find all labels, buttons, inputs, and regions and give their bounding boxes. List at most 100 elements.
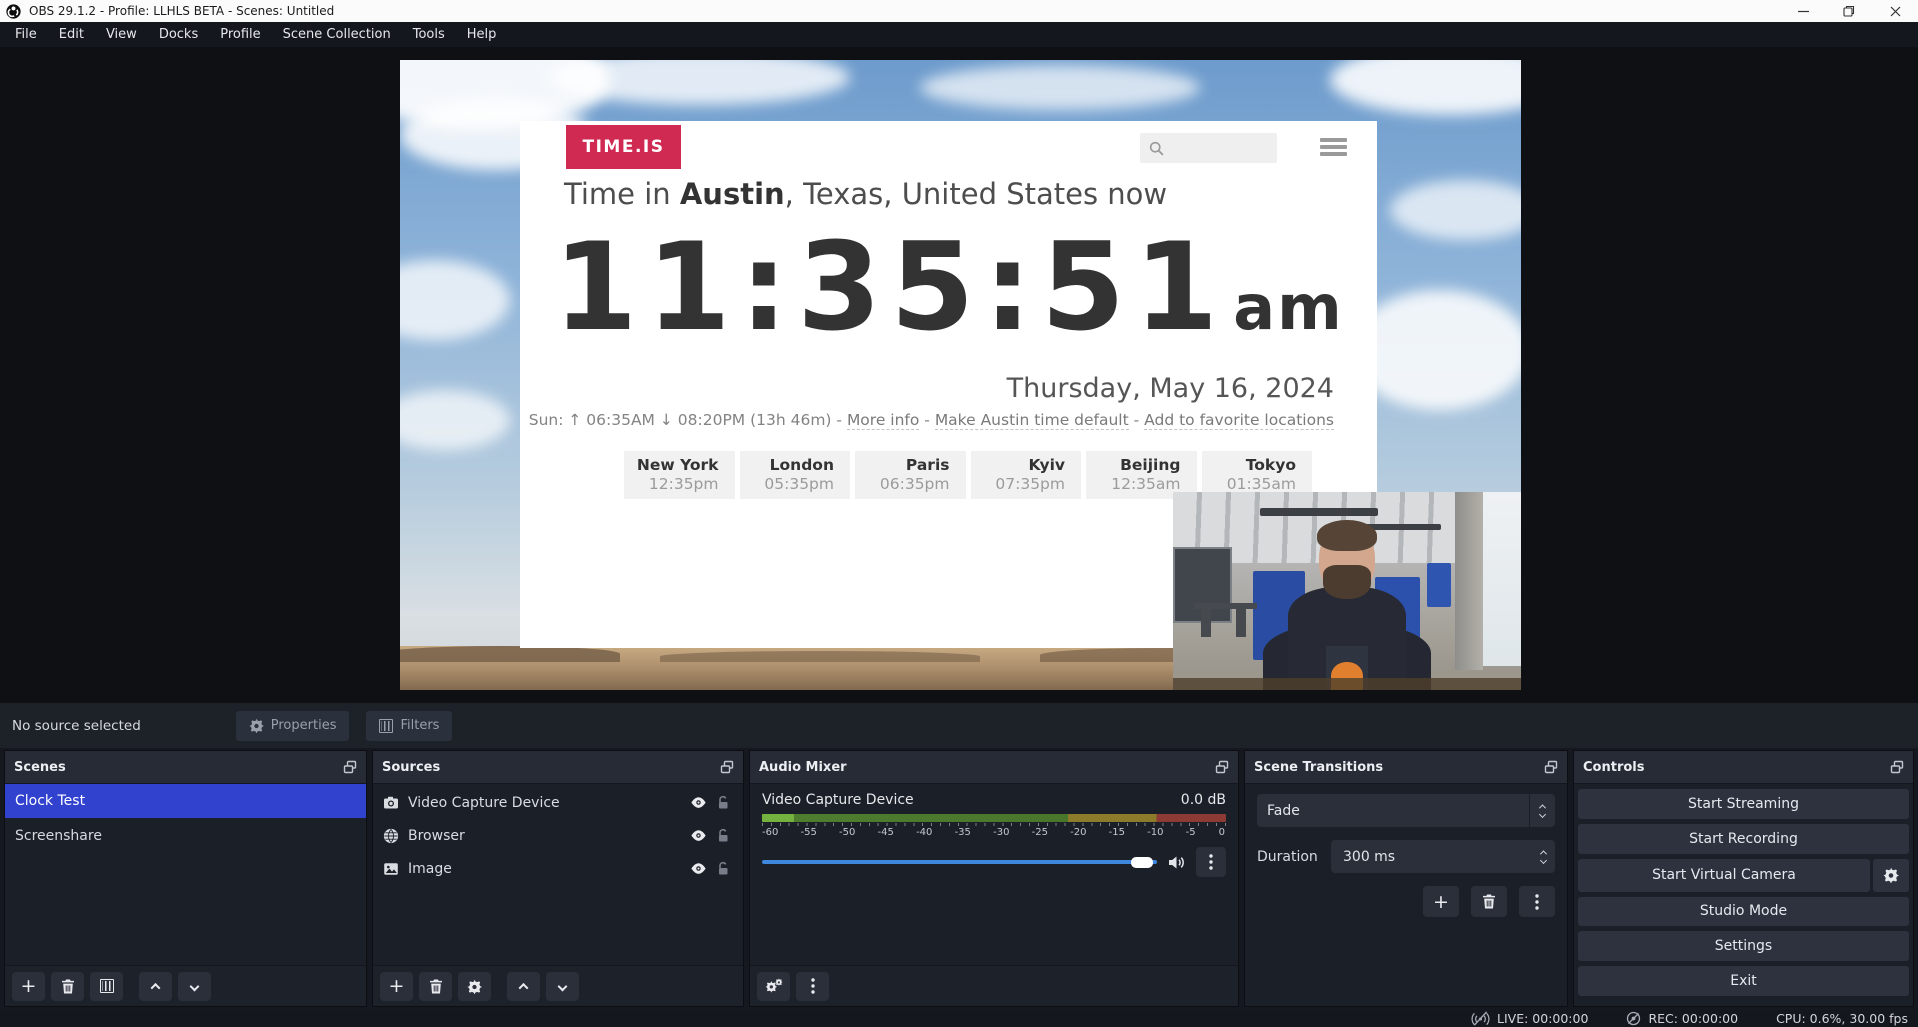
city-card[interactable]: Kyiv07:35pm xyxy=(971,451,1082,499)
remove-scene-button[interactable] xyxy=(51,972,84,1001)
scenes-panel-title: Scenes xyxy=(14,760,66,775)
db-scale: -60-55-50-45-40-35-30-25-20-15-10-50 xyxy=(762,827,1226,838)
visibility-icon[interactable] xyxy=(690,795,707,810)
menu-item-profile[interactable]: Profile xyxy=(209,22,271,47)
start-streaming-button[interactable]: Start Streaming xyxy=(1578,789,1909,819)
link-make-default[interactable]: Make Austin time default xyxy=(935,411,1129,430)
move-scene-up-button[interactable] xyxy=(139,972,172,1001)
start-virtual-camera-button[interactable]: Start Virtual Camera xyxy=(1578,859,1870,892)
close-button[interactable] xyxy=(1872,0,1918,22)
move-source-up-button[interactable] xyxy=(507,972,540,1001)
lock-icon[interactable] xyxy=(716,795,730,810)
scene-item-screenshare[interactable]: Screenshare xyxy=(5,819,366,853)
city-name: New York xyxy=(628,456,719,475)
chevron-up-icon xyxy=(519,982,529,992)
remove-source-button[interactable] xyxy=(419,972,452,1001)
source-properties-button[interactable] xyxy=(458,972,491,1001)
restore-button[interactable] xyxy=(1826,0,1872,22)
status-cpu-fps: CPU: 0.6%, 30.00 fps xyxy=(1776,1011,1908,1026)
city-name: London xyxy=(744,456,835,475)
gear-icon xyxy=(1883,867,1899,883)
source-item-image[interactable]: Image xyxy=(373,852,743,885)
link-add-favorite[interactable]: Add to favorite locations xyxy=(1144,411,1334,430)
select-spin-icons xyxy=(1529,794,1555,827)
popout-icon xyxy=(1544,760,1558,774)
city-name: Beijing xyxy=(1090,456,1181,475)
volume-slider[interactable] xyxy=(762,860,1157,864)
transition-options-button[interactable] xyxy=(1519,886,1555,917)
source-item-browser[interactable]: Browser xyxy=(373,819,743,852)
cloud xyxy=(1390,180,1521,240)
lock-icon[interactable] xyxy=(716,828,730,843)
city-card[interactable]: London05:35pm xyxy=(740,451,851,499)
virtual-camera-settings-button[interactable] xyxy=(1873,859,1909,892)
volume-meter xyxy=(762,814,1226,822)
status-rec: REC: 00:00:00 xyxy=(1626,1011,1738,1026)
visibility-icon[interactable] xyxy=(690,861,707,876)
hamburger-menu-icon[interactable] xyxy=(1320,138,1347,156)
transition-select[interactable]: Fade xyxy=(1257,794,1555,827)
menu-item-file[interactable]: File xyxy=(4,22,48,47)
filters-button[interactable]: Filters xyxy=(366,711,452,741)
add-transition-button[interactable]: + xyxy=(1423,886,1459,917)
start-recording-button[interactable]: Start Recording xyxy=(1578,824,1909,854)
chevron-down-icon xyxy=(190,981,200,991)
sources-panel: Sources Video Capture Device xyxy=(372,750,744,1007)
menu-item-scene-collection[interactable]: Scene Collection xyxy=(272,22,402,47)
kebab-icon xyxy=(1535,894,1539,910)
city-card[interactable]: Paris06:35pm xyxy=(855,451,966,499)
studio-mode-button[interactable]: Studio Mode xyxy=(1578,897,1909,927)
volume-meter-ticks xyxy=(762,823,1226,826)
move-scene-down-button[interactable] xyxy=(178,972,211,1001)
duration-spinbox[interactable]: 300 ms xyxy=(1331,840,1555,873)
menubar: File Edit View Docks Profile Scene Colle… xyxy=(0,22,1918,47)
sun-info: Sun: ↑ 06:35AM ↓ 08:20PM (13h 46m) - Mor… xyxy=(529,411,1334,429)
advanced-audio-button[interactable] xyxy=(757,972,790,1001)
link-more-info[interactable]: More info xyxy=(847,411,919,430)
image-icon xyxy=(383,861,399,877)
city-name: Kyiv xyxy=(975,456,1066,475)
volume-slider-handle[interactable] xyxy=(1131,857,1153,868)
add-source-button[interactable]: + xyxy=(380,972,413,1001)
menu-item-view[interactable]: View xyxy=(95,22,148,47)
scene-filters-button[interactable] xyxy=(90,972,123,1001)
menu-item-tools[interactable]: Tools xyxy=(402,22,456,47)
city-time: 01:35am xyxy=(1206,475,1297,493)
scene-transitions-panel-title: Scene Transitions xyxy=(1254,760,1383,775)
menu-item-edit[interactable]: Edit xyxy=(48,22,95,47)
kebab-icon xyxy=(811,978,815,994)
speaker-icon[interactable] xyxy=(1167,854,1186,871)
clock-time: 11:35:51 xyxy=(553,217,1227,358)
broadcast-off-icon xyxy=(1471,1011,1490,1026)
exit-button[interactable]: Exit xyxy=(1578,966,1909,996)
minimize-button[interactable] xyxy=(1780,0,1826,22)
popout-icon xyxy=(720,760,734,774)
obs-logo-icon xyxy=(6,4,21,19)
menu-item-docks[interactable]: Docks xyxy=(148,22,209,47)
add-scene-button[interactable]: + xyxy=(12,972,45,1001)
webcam-overlay xyxy=(1173,492,1521,690)
mixer-options-button[interactable] xyxy=(796,972,829,1001)
preview-area[interactable]: TIME.IS Time in Austin, Texas, United St… xyxy=(0,47,1918,703)
city-time: 05:35pm xyxy=(744,475,835,493)
sources-panel-title: Sources xyxy=(382,760,440,775)
timeis-logo[interactable]: TIME.IS xyxy=(566,125,681,169)
city-time: 12:35pm xyxy=(628,475,719,493)
preview-canvas[interactable]: TIME.IS Time in Austin, Texas, United St… xyxy=(400,60,1521,690)
mixer-channel-options-button[interactable] xyxy=(1196,847,1226,877)
move-source-down-button[interactable] xyxy=(546,972,579,1001)
menu-item-help[interactable]: Help xyxy=(456,22,508,47)
properties-button[interactable]: Properties xyxy=(236,711,350,741)
spin-arrows[interactable] xyxy=(1541,840,1546,873)
remove-transition-button[interactable] xyxy=(1471,886,1507,917)
lock-icon[interactable] xyxy=(716,861,730,876)
source-status-text: No source selected xyxy=(12,718,141,734)
settings-button[interactable]: Settings xyxy=(1578,931,1909,961)
source-item-video-capture[interactable]: Video Capture Device xyxy=(373,786,743,819)
search-input[interactable] xyxy=(1140,133,1277,163)
city-card[interactable]: New York12:35pm xyxy=(624,451,735,499)
scene-item-clock-test[interactable]: Clock Test xyxy=(5,784,366,818)
visibility-icon[interactable] xyxy=(690,828,707,843)
webcam-window xyxy=(1483,492,1521,666)
heading-city: Austin xyxy=(680,177,785,211)
